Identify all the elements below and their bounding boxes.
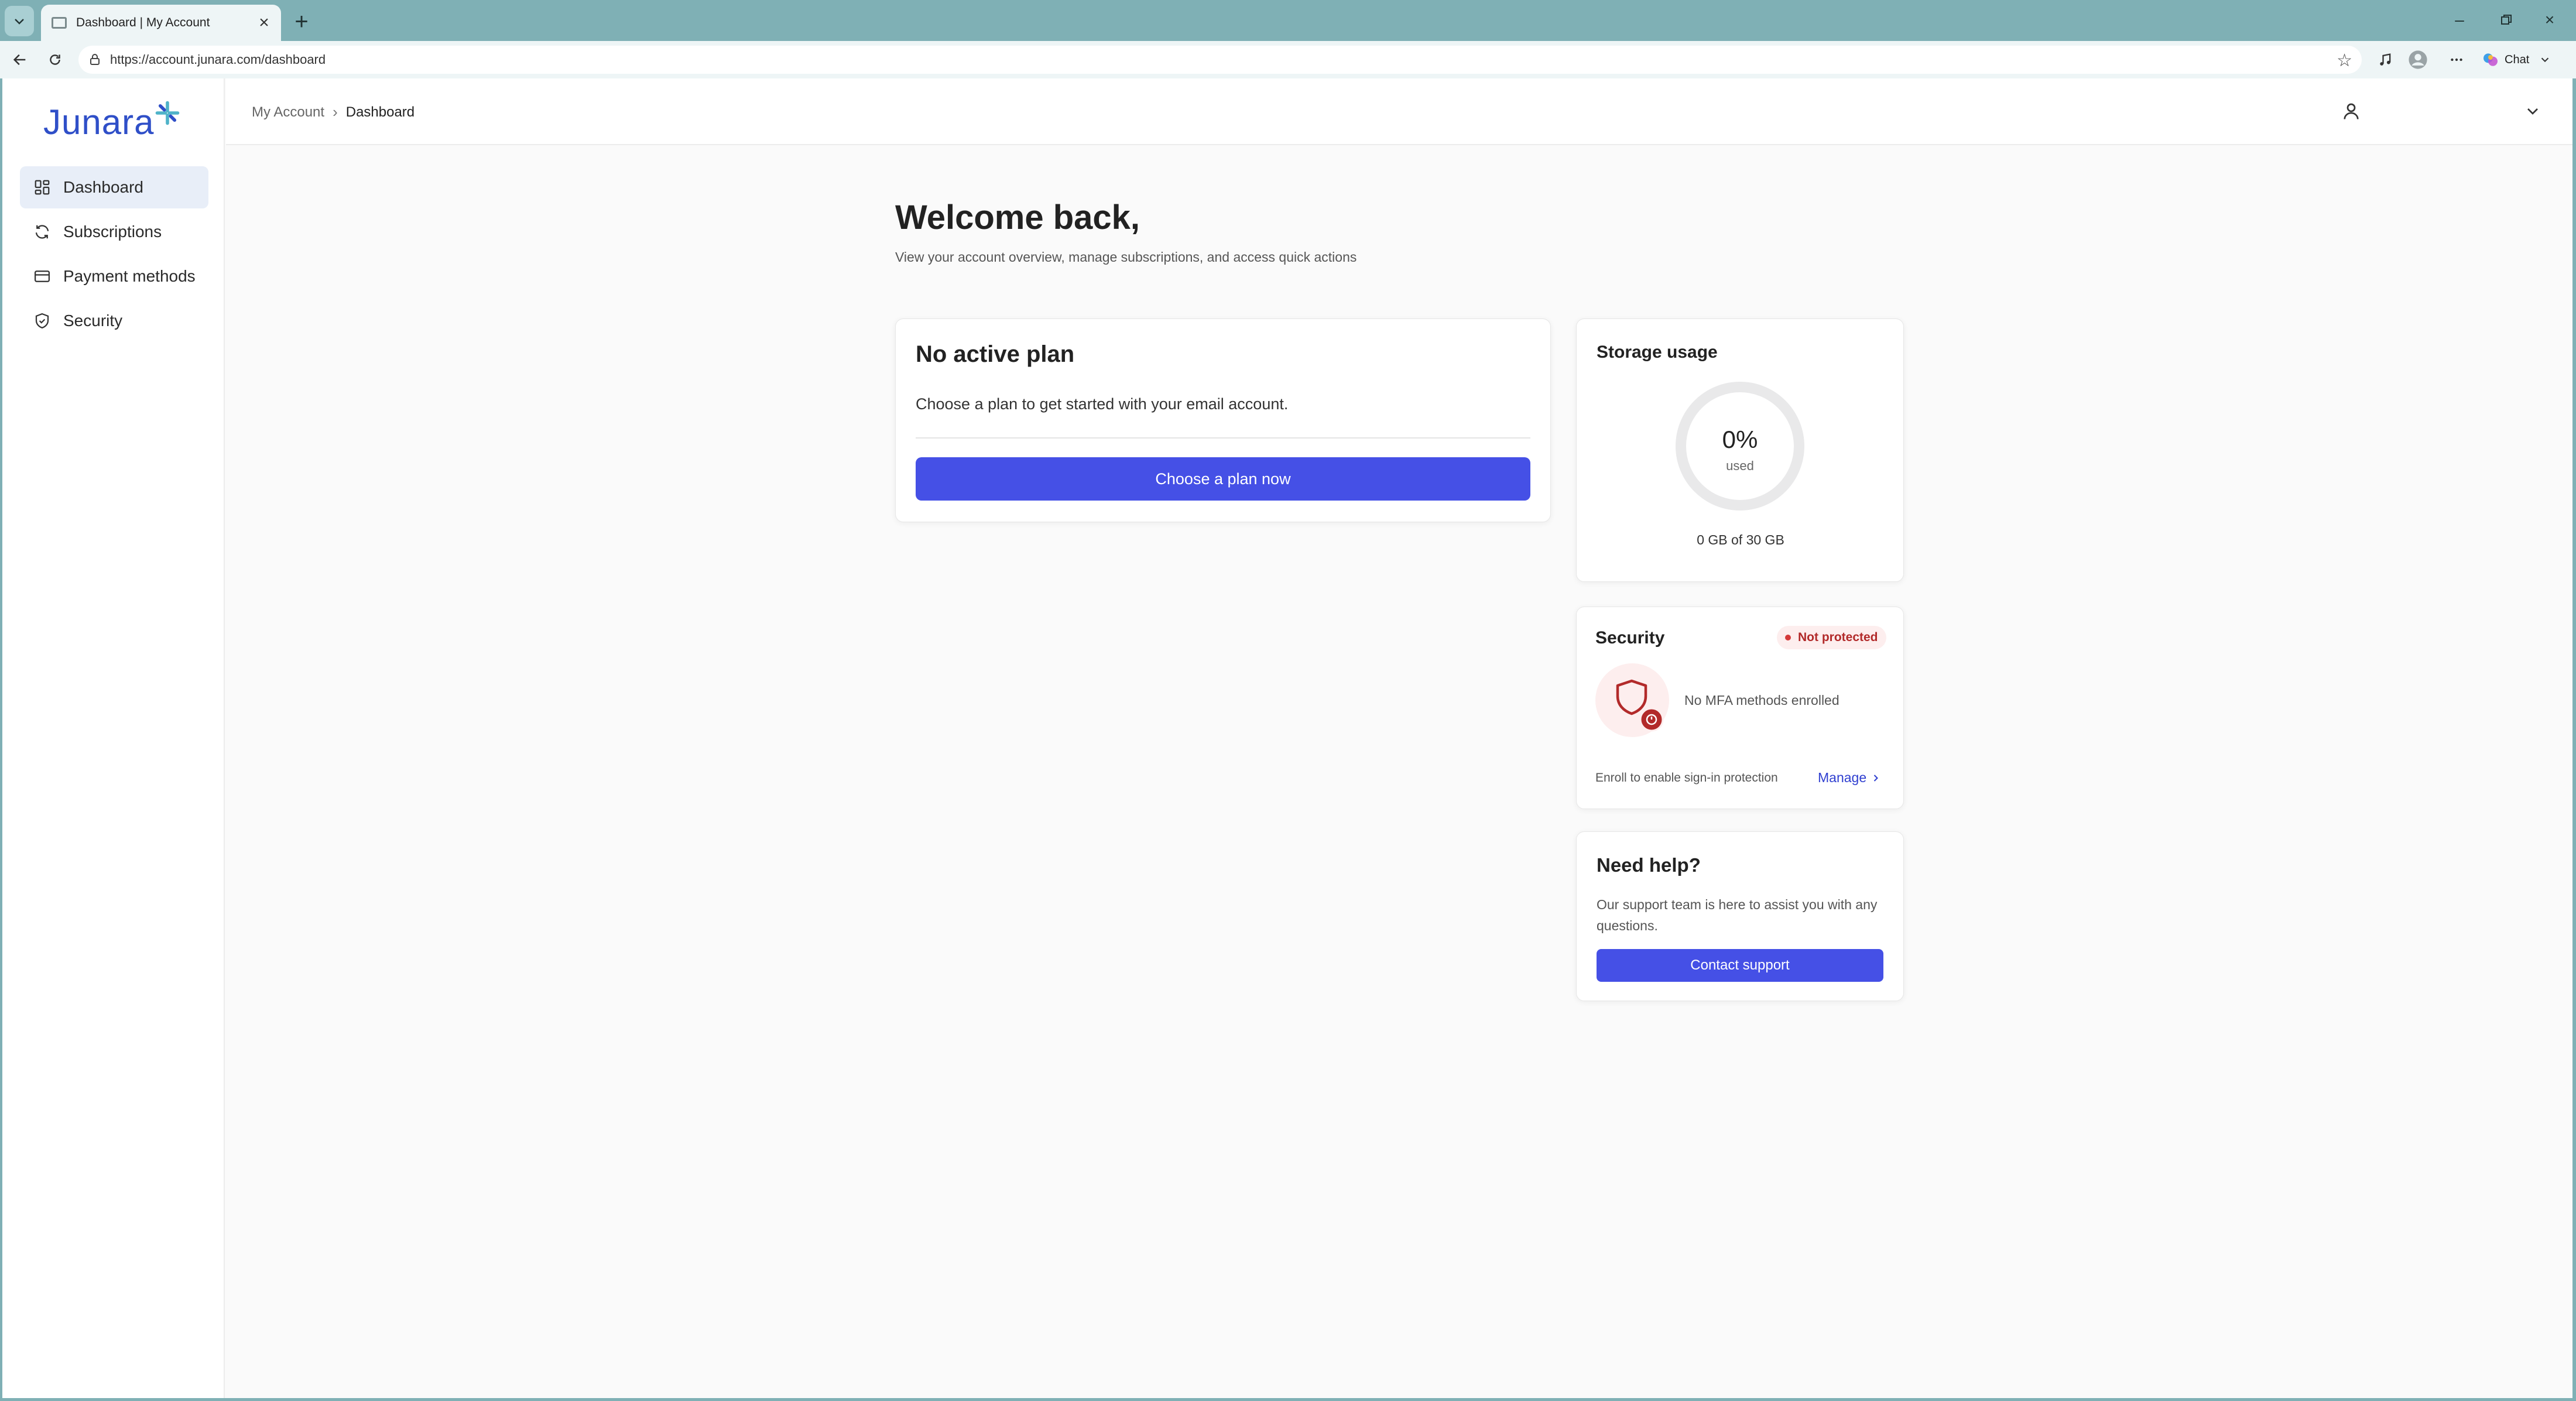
new-tab-button[interactable]: + (288, 8, 315, 35)
refresh-icon (33, 222, 52, 241)
help-text: Our support team is here to assist you w… (1597, 897, 1878, 933)
storage-used-label: used (1726, 458, 1754, 473)
grid-icon (33, 178, 52, 197)
sidebar-item-label: Subscriptions (63, 222, 162, 241)
url-text: https://account.junara.com/dashboard (110, 52, 326, 67)
storage-percent: 0% (1722, 426, 1758, 453)
back-button[interactable] (7, 47, 33, 73)
sidebar-item-label: Security (63, 311, 123, 330)
help-title: Need help? (1597, 854, 1701, 876)
arrow-left-icon (13, 54, 26, 66)
top-header: My Account › Dashboard (226, 78, 2572, 145)
reload-icon (50, 54, 60, 65)
minimize-button[interactable]: – (2445, 7, 2474, 33)
close-window-button[interactable]: × (2535, 7, 2564, 33)
plan-text: Choose a plan to get started with your e… (916, 395, 1289, 413)
security-title: Security (1595, 628, 1665, 648)
chevron-right-icon (1873, 774, 1879, 782)
storage-caption: 0 GB of 30 GB (1697, 532, 1784, 547)
tab-title: Dashboard | My Account (76, 16, 210, 29)
choose-plan-button[interactable]: Choose a plan now (916, 457, 1530, 501)
page-subtitle: View your account overview, manage subsc… (895, 249, 1357, 265)
status-dot (1785, 635, 1791, 640)
breadcrumb-my-account[interactable]: My Account (252, 104, 324, 121)
shield-alert-icon (1595, 663, 1669, 737)
mail-icon (52, 17, 67, 29)
sidebar-item-label: Payment methods (63, 267, 196, 285)
sidebar: Junara Dashboard Subscriptions Payment m… (2, 78, 225, 1398)
security-hint: Enroll to enable sign-in protection (1595, 771, 1778, 785)
chevron-right-icon: › (333, 103, 338, 121)
bookmark-star-icon[interactable]: ☆ (2337, 50, 2352, 71)
chat-label: Chat (2505, 53, 2530, 66)
storage-title: Storage usage (1597, 342, 1718, 362)
breadcrumb: My Account › Dashboard (252, 103, 415, 121)
extensions-button[interactable] (2372, 47, 2398, 73)
logo-mark-icon (156, 101, 180, 125)
mfa-status: No MFA methods enrolled (1684, 693, 1839, 708)
media-icon (2380, 53, 2391, 66)
sidebar-nav: Dashboard Subscriptions Payment methods … (20, 166, 208, 344)
plan-card: No active plan Choose a plan to get star… (895, 318, 1551, 522)
browser-menu-button[interactable] (2444, 47, 2469, 73)
contact-support-button[interactable]: Contact support (1597, 949, 1883, 982)
sidebar-item-subscriptions[interactable]: Subscriptions (20, 211, 208, 253)
address-bar[interactable]: https://account.junara.com/dashboard ☆ (78, 46, 2362, 74)
storage-card: Storage usage 0% used 0 GB of 30 GB (1576, 318, 1904, 582)
more-horizontal-icon (2451, 58, 2462, 61)
storage-donut: 0% used (1674, 380, 1806, 512)
status-badge-label: Not protected (1798, 631, 1878, 644)
logo-text: Junara (43, 102, 155, 142)
help-card: Need help? Our support team is here to a… (1576, 831, 1904, 1001)
status-badge: Not protected (1777, 626, 1886, 649)
chevron-down-icon (15, 19, 24, 25)
page: Junara Dashboard Subscriptions Payment m… (2, 78, 2572, 1398)
sidebar-item-dashboard[interactable]: Dashboard (20, 166, 208, 208)
chat-button[interactable]: Chat (2481, 48, 2551, 71)
plan-title: No active plan (916, 341, 1075, 367)
manage-security-link[interactable]: Manage (1818, 770, 1882, 786)
browser-tabbar: Dashboard | My Account × + – × (0, 0, 2576, 41)
logo[interactable]: Junara (43, 101, 180, 142)
reload-button[interactable] (42, 47, 68, 73)
credit-card-icon (33, 267, 52, 286)
restore-icon (2501, 15, 2512, 25)
browser-tab-active[interactable]: Dashboard | My Account × (41, 5, 281, 41)
divider (916, 437, 1530, 439)
sidebar-item-label: Dashboard (63, 178, 143, 196)
security-card: Security Not protected No MFA methods en… (1576, 607, 1904, 809)
profile-button[interactable] (2405, 47, 2431, 73)
shield-check-icon (33, 311, 52, 330)
user-icon[interactable] (2341, 101, 2362, 122)
page-title: Welcome back, (895, 198, 1140, 237)
avatar (2409, 50, 2427, 69)
sidebar-item-payment-methods[interactable]: Payment methods (20, 255, 208, 297)
tab-search-button[interactable] (5, 6, 34, 36)
breadcrumb-current: Dashboard (345, 104, 415, 120)
close-tab-button[interactable]: × (255, 13, 273, 32)
chevron-down-icon (2541, 57, 2549, 63)
copilot-icon (2483, 53, 2498, 66)
account-menu-chevron-icon[interactable] (2523, 102, 2542, 121)
sidebar-item-security[interactable]: Security (20, 300, 208, 342)
manage-label: Manage (1818, 770, 1867, 785)
browser-toolbar: https://account.junara.com/dashboard ☆ C… (0, 41, 2576, 78)
restore-button[interactable] (2492, 7, 2521, 33)
site-info-icon (90, 54, 100, 65)
